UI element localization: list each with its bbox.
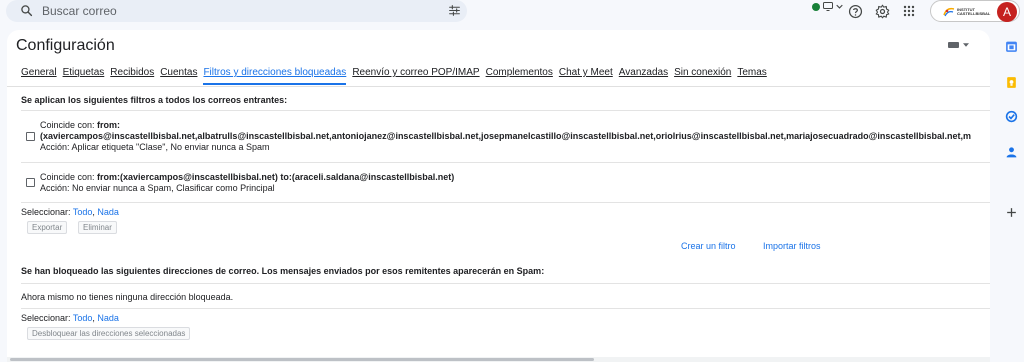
select-label: Seleccionar:: [21, 207, 71, 217]
filters-section-title: Se aplican los siguientes filtros a todo…: [21, 95, 288, 105]
blocked-action-buttons: Desbloquear las direcciones seleccionada…: [21, 327, 221, 340]
filter-checkbox[interactable]: [26, 132, 35, 141]
tune-icon[interactable]: [448, 4, 461, 20]
tab-themes[interactable]: Temas: [737, 67, 766, 85]
blocked-empty-message: Ahora mismo no tienes ninguna dirección …: [21, 292, 234, 302]
select-all-link[interactable]: Todo: [73, 207, 93, 217]
filter-match: Coincide con: from:: [40, 120, 971, 131]
filter-selection-row: Seleccionar: Todo, Nada: [21, 207, 119, 217]
account-switcher[interactable]: INSTITUT CASTELLBISBAL A: [930, 0, 1020, 22]
tab-general[interactable]: General: [21, 67, 57, 85]
gear-icon[interactable]: [873, 2, 891, 20]
divider: [21, 110, 990, 111]
import-filters-link[interactable]: Importar filtros: [763, 241, 821, 251]
school-logo-line2: CASTELLBISBAL: [957, 11, 991, 16]
tab-filters[interactable]: Filtros y direcciones bloqueadas: [203, 67, 347, 85]
tab-labels[interactable]: Etiquetas: [63, 67, 105, 85]
add-icon[interactable]: [1005, 206, 1018, 219]
calendar-icon[interactable]: [1005, 40, 1018, 53]
blocked-selection-row: Seleccionar: Todo, Nada: [21, 313, 119, 323]
school-logo: INSTITUT CASTELLBISBAL: [943, 6, 991, 18]
tabs-divider: [7, 86, 990, 87]
filter-match-criteria: from:(xaviercampos@inscastellbisbal.net)…: [97, 172, 455, 182]
export-button[interactable]: Exportar: [27, 221, 68, 234]
keyboard-icon: [948, 42, 959, 48]
screen-icon: [823, 2, 833, 11]
search-input[interactable]: [42, 2, 422, 20]
tasks-icon[interactable]: [1005, 110, 1018, 123]
scrollbar-thumb[interactable]: [10, 358, 594, 361]
tab-addons[interactable]: Complementos: [486, 67, 553, 85]
status-dot-icon: [812, 2, 820, 11]
tab-offline[interactable]: Sin conexión: [674, 67, 731, 85]
contacts-icon[interactable]: [1005, 146, 1018, 159]
school-logo-mark: [943, 7, 955, 17]
filter-match: Coincide con: from:(xaviercampos@inscast…: [40, 172, 454, 183]
page-title: Configuración: [16, 37, 115, 54]
settings-tabs: General Etiquetas Recibidos Cuentas Filt…: [21, 67, 773, 85]
filter-action: Acción: Aplicar etiqueta "Clase", No env…: [40, 142, 270, 152]
avatar[interactable]: A: [997, 2, 1017, 22]
settings-panel: Configuración General Etiquetas Recibido…: [7, 30, 990, 362]
side-panel-rail: [998, 30, 1024, 362]
divider: [21, 202, 990, 203]
tab-chat-meet[interactable]: Chat y Meet: [559, 67, 613, 85]
select-all-link[interactable]: Todo: [73, 313, 93, 323]
delete-button[interactable]: Eliminar: [78, 221, 117, 234]
top-bar: INSTITUT CASTELLBISBAL A: [0, 0, 1024, 28]
select-label: Seleccionar:: [21, 313, 71, 323]
chevron-down-icon: [836, 4, 843, 9]
filter-body[interactable]: Coincide con: from: (xaviercampos@inscas…: [40, 120, 971, 153]
tab-forwarding[interactable]: Reenvío y correo POP/IMAP: [352, 67, 479, 85]
divider: [21, 283, 990, 284]
keep-icon[interactable]: [1005, 76, 1018, 89]
status-button[interactable]: [812, 2, 843, 11]
unblock-button[interactable]: Desbloquear las direcciones seleccionada…: [27, 327, 191, 340]
create-filter-link[interactable]: Crear un filtro: [681, 241, 736, 251]
divider: [21, 162, 990, 163]
tab-accounts[interactable]: Cuentas: [160, 67, 197, 85]
input-tools-button[interactable]: [948, 42, 969, 48]
filter-match-criteria: from:: [97, 120, 121, 130]
tab-advanced[interactable]: Avanzadas: [619, 67, 668, 85]
search-bar[interactable]: [6, 0, 467, 22]
filter-action: Acción: No enviar nunca a Spam, Clasific…: [40, 183, 275, 193]
filter-body[interactable]: Coincide con: from:(xaviercampos@inscast…: [40, 172, 454, 194]
select-none-link[interactable]: Nada: [97, 207, 119, 217]
filter-match-prefix: Coincide con:: [40, 120, 98, 130]
blocked-section-title: Se han bloqueado las siguientes direccio…: [21, 266, 545, 276]
tab-inbox[interactable]: Recibidos: [110, 67, 154, 85]
horizontal-scrollbar[interactable]: [7, 357, 990, 362]
divider: [21, 308, 990, 309]
search-icon[interactable]: [20, 4, 33, 20]
filter-match-addresses: (xaviercampos@inscastellbisbal.net,albat…: [40, 131, 971, 142]
chevron-down-icon: [963, 43, 969, 47]
filter-action-buttons: Exportar Eliminar: [21, 221, 221, 234]
filter-match-criteria-line2: (xaviercampos@inscastellbisbal.net,albat…: [40, 131, 971, 141]
filter-checkbox[interactable]: [26, 178, 35, 187]
filter-match-prefix: Coincide con:: [40, 172, 98, 182]
select-none-link[interactable]: Nada: [97, 313, 119, 323]
apps-grid-icon[interactable]: [900, 2, 918, 20]
help-icon[interactable]: [846, 2, 864, 20]
